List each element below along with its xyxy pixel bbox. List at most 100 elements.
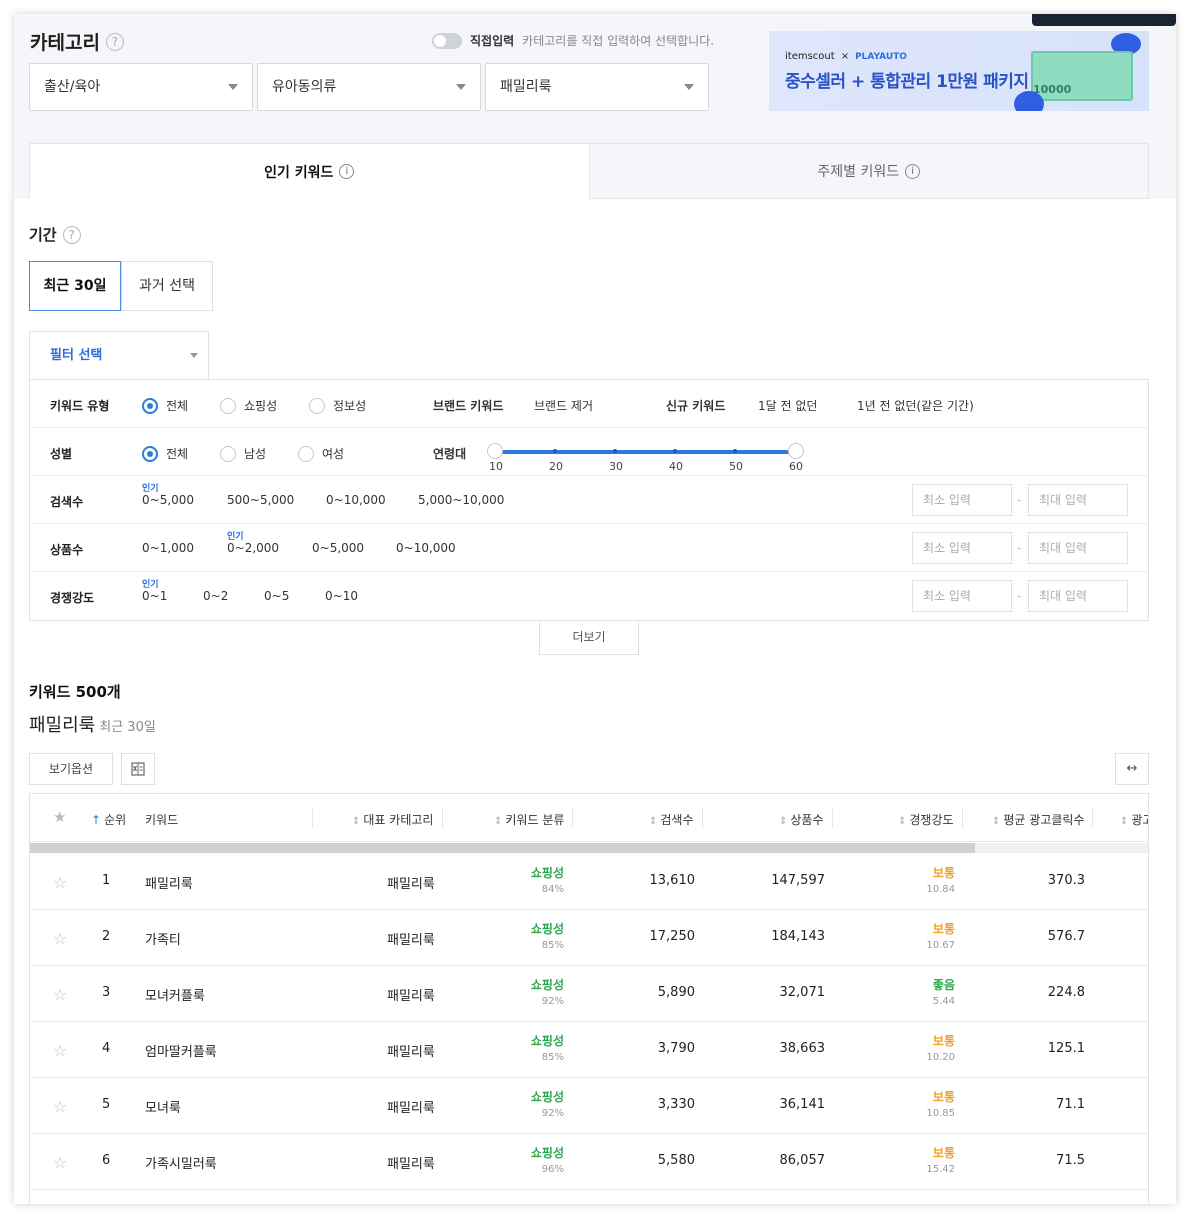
excel-download-button[interactable] [121,753,155,785]
new-keyword-1month[interactable]: 1달 전 없던 [758,397,817,414]
cell-competition-value: 5.44 [932,996,955,1007]
cell-keyword[interactable]: 모녀커플룩 [145,985,205,1004]
header-keyword[interactable]: 키워드 [145,811,178,828]
column-separator[interactable] [312,808,313,828]
search-count-option[interactable]: 인기 0~5,000 [142,484,194,507]
tab-topic-keywords[interactable]: 주제별 키워드 i [589,143,1149,199]
cell-keyword[interactable]: 패밀리룩 [145,873,193,892]
product-count-option[interactable]: 0~10,000 [396,541,456,555]
star-icon[interactable]: ☆ [53,929,67,948]
category-select-2[interactable]: 유아동의류 [257,63,481,111]
playauto-logo: PLAYAUTO [855,51,907,62]
header-keyword-type[interactable]: ⇕ 키워드 분류 [494,811,564,828]
column-separator[interactable] [1092,808,1093,828]
radio-gender-female[interactable]: 여성 [298,445,344,463]
age-slider-handle-max[interactable] [788,443,804,459]
competition-option[interactable]: 인기 0~1 [142,580,167,603]
header-label: 상품수 [790,813,824,827]
competition-option[interactable]: 0~10 [325,589,358,603]
product-count-option[interactable]: 인기 0~2,000 [227,532,279,555]
direct-input-toggle[interactable] [432,32,462,49]
cell-keyword[interactable]: 가족시밀러룩 [145,1153,217,1172]
period-title-text: 기간 [29,226,57,244]
header-avg-ad-clicks[interactable]: ⇕ 평균 광고클릭수 [992,811,1085,828]
column-separator[interactable] [572,808,573,828]
help-icon[interactable]: ? [105,32,124,51]
header-label: 순위 [104,813,127,827]
info-icon[interactable]: i [339,164,355,179]
product-count-option[interactable]: 0~5,000 [312,541,364,555]
table-row[interactable]: ☆ 4 엄마딸커플룩 패밀리룩 쇼핑성 85% 3,790 38,663 보통 10.20 125.… [30,1022,1148,1078]
scrollbar-thumb[interactable] [30,843,975,853]
column-separator[interactable] [442,808,443,828]
age-slider-track[interactable] [495,449,797,454]
table-row[interactable]: ☆ 2 가족티 패밀리룩 쇼핑성 85% 17,250 184,143 보통 10.67 576.7 [30,910,1148,966]
cell-rank: 3 [102,985,111,1000]
search-count-option[interactable]: 500~5,000 [227,493,294,507]
category-select-3-value: 패밀리룩 [500,79,552,95]
header-search-count[interactable]: ⇕ 검색수 [649,811,694,828]
radio-gender-all[interactable]: 전체 [142,445,188,463]
star-icon[interactable]: ☆ [53,1041,67,1060]
column-separator[interactable] [832,808,833,828]
info-icon[interactable]: i [905,163,921,179]
cell-keyword[interactable]: 모녀룩 [145,1097,181,1116]
cell-keyword[interactable]: 가족티 [145,929,181,948]
competition-option[interactable]: 0~5 [264,589,289,603]
cell-competition: 보통 [932,1090,955,1104]
radio-keyword-type-info[interactable]: 정보성 [309,397,366,415]
radio-keyword-type-all[interactable]: 전체 [142,397,188,415]
new-keyword-1year[interactable]: 1년 전 없던(같은 기간) [857,397,974,414]
competition-min-input[interactable]: 최소 입력 [912,580,1012,612]
period-past-select-button[interactable]: 과거 선택 [121,261,213,311]
category-select-3[interactable]: 패밀리룩 [485,63,709,111]
radio-gender-male[interactable]: 남성 [220,445,266,463]
more-button[interactable]: 더보기 [539,621,639,655]
promo-banner[interactable]: itemscout × PLAYAUTO 중수셀러 + 통합관리 1만원 패키지… [769,31,1149,111]
star-header-icon[interactable]: ★ [53,808,66,826]
star-icon[interactable]: ☆ [53,1153,67,1172]
radio-keyword-type-shopping[interactable]: 쇼핑성 [220,397,277,415]
radio-label: 여성 [322,447,345,461]
table-row[interactable]: ☆ 1 패밀리룩 패밀리룩 쇼핑성 84% 13,610 147,597 보통 10.84 370.… [30,854,1148,910]
cell-search-count: 13,610 [649,873,696,888]
search-count-max-input[interactable]: 최대 입력 [1028,484,1128,516]
star-icon[interactable]: ☆ [53,873,67,892]
sort-icon: ⇕ [494,816,503,827]
cell-competition: 보통 [932,1034,955,1048]
category-select-1[interactable]: 출산/육아 [29,63,253,111]
search-count-min-input[interactable]: 최소 입력 [912,484,1012,516]
cell-avg-ad-clicks: 71.5 [1056,1153,1085,1168]
header-ad[interactable]: ⇕광고 [1120,811,1148,828]
product-count-min-input[interactable]: 최소 입력 [912,532,1012,564]
star-icon[interactable]: ☆ [53,1097,67,1116]
table-row[interactable]: ☆ 3 모녀커플룩 패밀리룩 쇼핑성 92% 5,890 32,071 좋음 5.44 224.8 [30,966,1148,1022]
column-separator[interactable] [962,808,963,828]
age-slider-handle-min[interactable] [487,443,503,459]
view-options-button[interactable]: 보기옵션 [29,753,113,785]
header-competition[interactable]: ⇕ 경쟁강도 [898,811,954,828]
search-count-option[interactable]: 0~10,000 [326,493,386,507]
star-icon[interactable]: ☆ [53,985,67,1004]
tab-popular-keywords[interactable]: 인기 키워드 i [29,143,590,199]
competition-option[interactable]: 0~2 [203,589,228,603]
expand-columns-button[interactable]: ↔ [1115,753,1149,785]
product-count-option[interactable]: 0~1,000 [142,541,194,555]
brand-remove-option[interactable]: 브랜드 제거 [534,397,593,414]
column-separator[interactable] [702,808,703,828]
table-row[interactable]: ☆ 6 가족시밀러룩 패밀리룩 쇼핑성 96% 5,580 86,057 보통 15.42 71.5 [30,1134,1148,1190]
header-rank[interactable]: ↑ 순위 [91,811,126,828]
help-icon[interactable]: ? [62,225,81,244]
header-category[interactable]: ⇕ 대표 카테고리 [352,811,433,828]
horizontal-scrollbar[interactable] [30,843,1148,853]
period-recent-30-button[interactable]: 최근 30일 [29,261,121,311]
search-count-option[interactable]: 5,000~10,000 [418,493,504,507]
competition-max-input[interactable]: 최대 입력 [1028,580,1128,612]
filter-select[interactable]: 필터 선택 [29,331,209,379]
radio-selected-icon [142,445,158,462]
product-count-max-input[interactable]: 최대 입력 [1028,532,1128,564]
cell-keyword-type-pct: 92% [541,1108,564,1119]
table-row[interactable]: ☆ 5 모녀룩 패밀리룩 쇼핑성 92% 3,330 36,141 보통 10.85 71.1 [30,1078,1148,1134]
header-product-count[interactable]: ⇕ 상품수 [779,811,824,828]
cell-keyword[interactable]: 엄마딸커플룩 [145,1041,217,1060]
